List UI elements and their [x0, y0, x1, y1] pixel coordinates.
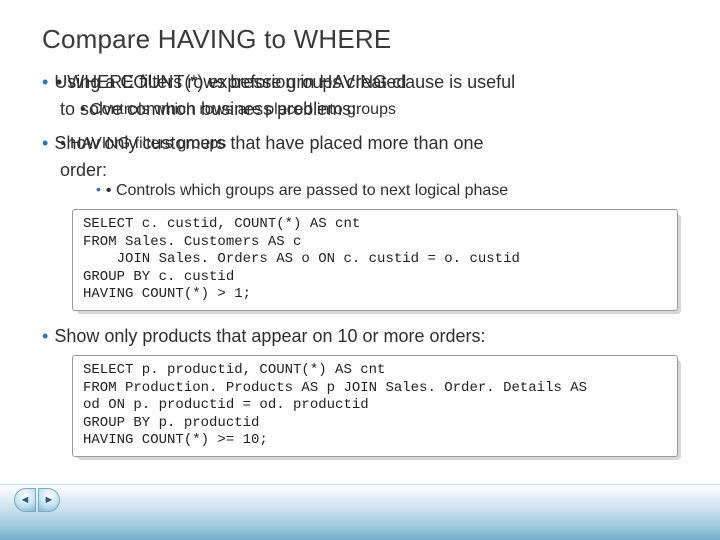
bullet-6: • Show only products that appear on 10 o…	[42, 325, 678, 348]
prev-slide-button[interactable]: ◄	[14, 488, 36, 512]
bullet-2-text-b: • Controls which rows are placed into gr…	[80, 100, 396, 120]
slide-body: Compare HAVING to WHERE • Using a COUNT(…	[0, 0, 720, 457]
bullet-6-text: Show only products that appear on 10 or …	[54, 325, 485, 348]
bullet-4: order:	[42, 159, 678, 182]
bullet-list: • Using a COUNT(*) expression in HAVING …	[42, 71, 678, 457]
bullet-dot: •	[42, 132, 48, 155]
chevron-left-icon: ◄	[20, 494, 31, 506]
code-2-text: SELECT p. productid, COUNT(*) AS cnt FRO…	[72, 355, 678, 457]
next-slide-button[interactable]: ►	[38, 488, 60, 512]
bullet-2: to solve common business problems: • Con…	[42, 98, 678, 121]
bullet-3: • Show only customers that have placed m…	[42, 132, 678, 155]
chevron-right-icon: ►	[44, 494, 55, 506]
code-block-1: SELECT c. custid, COUNT(*) AS cnt FROM S…	[72, 209, 678, 311]
footer-gradient	[0, 484, 720, 540]
bullet-5-text: • Controls which groups are passed to ne…	[106, 181, 508, 201]
nav-buttons: ◄ ►	[14, 488, 60, 512]
bullet-3-text-b: • HAVING filters groups	[60, 134, 226, 154]
code-1-text: SELECT c. custid, COUNT(*) AS cnt FROM S…	[72, 209, 678, 311]
slide-title: Compare HAVING to WHERE	[42, 24, 678, 55]
bullet-4-text: order:	[60, 159, 107, 182]
bullet-dot: •	[42, 71, 48, 94]
bullet-dot: •	[42, 325, 48, 348]
sub-bullet-dot: •	[96, 181, 101, 199]
code-block-2: SELECT p. productid, COUNT(*) AS cnt FRO…	[72, 355, 678, 457]
bullet-1: • Using a COUNT(*) expression in HAVING …	[42, 71, 678, 94]
bullet-1-text-b: • WHERE filters rows before groups creat…	[56, 71, 406, 94]
bullet-5: • • Controls which groups are passed to …	[42, 181, 678, 201]
